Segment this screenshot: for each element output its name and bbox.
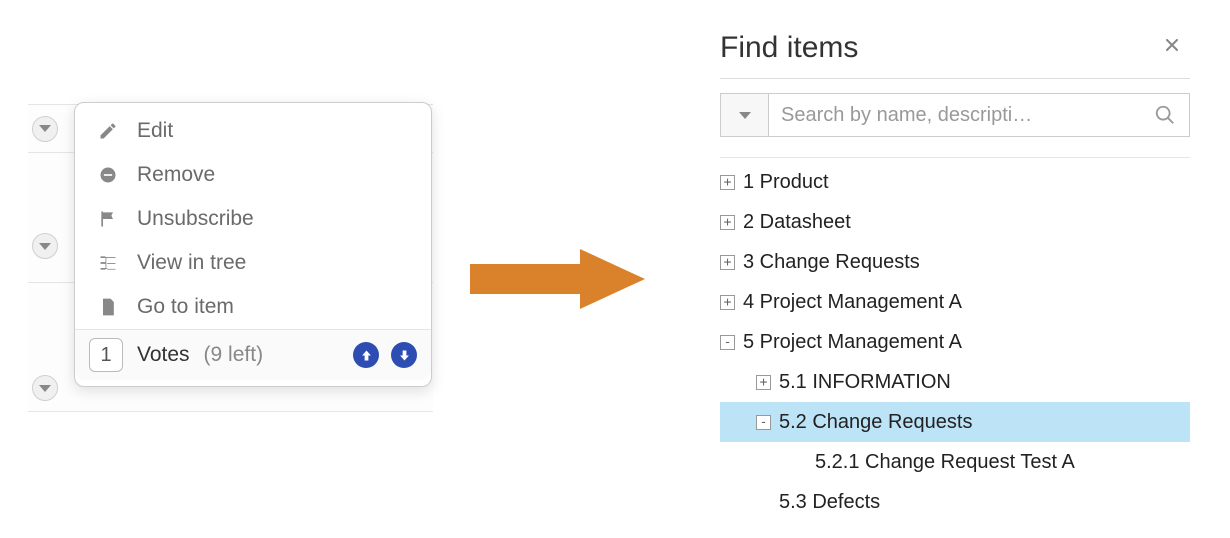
- minus-circle-icon: [97, 164, 119, 186]
- tree-node-selected[interactable]: - 5.2 Change Requests: [720, 402, 1190, 442]
- menu-remove[interactable]: Remove: [75, 153, 431, 197]
- node-label: 3 Change Requests: [743, 242, 920, 282]
- tree-node[interactable]: 5.3 Defects: [720, 482, 1190, 522]
- tree-node[interactable]: + 5.1 INFORMATION: [720, 362, 1190, 402]
- node-label: 4 Project Management A: [743, 282, 962, 322]
- pencil-icon: [97, 120, 119, 142]
- tree-node[interactable]: + 2 Datasheet: [720, 202, 1190, 242]
- chevron-down-icon: [39, 385, 51, 392]
- collapse-icon[interactable]: -: [720, 335, 735, 350]
- node-label: 5.2 Change Requests: [779, 402, 972, 442]
- node-label: 2 Datasheet: [743, 202, 851, 242]
- tree-node[interactable]: + 3 Change Requests: [720, 242, 1190, 282]
- node-label: 5.2.1 Change Request Test A: [815, 442, 1075, 482]
- tree-node[interactable]: + 4 Project Management A: [720, 282, 1190, 322]
- tree-node[interactable]: + 1 Product: [720, 162, 1190, 202]
- node-label: 5.1 INFORMATION: [779, 362, 951, 402]
- node-label: 5.3 Defects: [779, 482, 880, 522]
- tree-node[interactable]: - 5 Project Management A: [720, 322, 1190, 362]
- expand-icon[interactable]: +: [720, 255, 735, 270]
- vote-count: 1: [89, 338, 123, 372]
- votes-row: 1 Votes (9 left): [75, 329, 431, 380]
- node-label: 1 Product: [743, 162, 829, 202]
- votes-left: (9 left): [204, 343, 264, 367]
- expand-icon[interactable]: +: [720, 175, 735, 190]
- context-menu: Edit Remove Unsubscribe View in tree Go …: [74, 102, 432, 387]
- leaf-spacer: [792, 455, 807, 470]
- search-bar: [720, 93, 1190, 137]
- close-button[interactable]: [1154, 30, 1190, 66]
- menu-label: Go to item: [137, 295, 234, 319]
- arrow-right-icon: [470, 244, 650, 314]
- menu-label: Unsubscribe: [137, 207, 254, 231]
- document-icon: [97, 296, 119, 318]
- vote-up-button[interactable]: [353, 342, 379, 368]
- row-expand-button[interactable]: [32, 375, 58, 401]
- find-items-panel: Find items + 1 Product + 2 Datasheet + 3…: [720, 30, 1190, 522]
- caret-down-icon: [739, 112, 751, 119]
- votes-label: Votes: [137, 343, 190, 367]
- row-expand-button[interactable]: [32, 233, 58, 259]
- search-filter-dropdown[interactable]: [721, 94, 769, 136]
- expand-icon[interactable]: +: [756, 375, 771, 390]
- chevron-down-icon: [39, 125, 51, 132]
- menu-go-to-item[interactable]: Go to item: [75, 285, 431, 329]
- menu-unsubscribe[interactable]: Unsubscribe: [75, 197, 431, 241]
- node-label: 5 Project Management A: [743, 322, 962, 362]
- expand-icon[interactable]: +: [720, 295, 735, 310]
- vote-down-button[interactable]: [391, 342, 417, 368]
- tree-node[interactable]: 5.2.1 Change Request Test A: [720, 442, 1190, 482]
- chevron-down-icon: [39, 243, 51, 250]
- menu-label: Edit: [137, 119, 173, 143]
- leaf-spacer: [756, 495, 771, 510]
- flag-icon: [97, 208, 119, 230]
- row-expand-button[interactable]: [32, 116, 58, 142]
- item-tree: + 1 Product + 2 Datasheet + 3 Change Req…: [720, 157, 1190, 522]
- collapse-icon[interactable]: -: [756, 415, 771, 430]
- menu-label: View in tree: [137, 251, 246, 275]
- panel-title: Find items: [720, 31, 858, 65]
- tree-icon: [97, 252, 119, 274]
- menu-label: Remove: [137, 163, 215, 187]
- search-input[interactable]: [769, 94, 1141, 136]
- search-button[interactable]: [1141, 94, 1189, 136]
- menu-view-in-tree[interactable]: View in tree: [75, 241, 431, 285]
- expand-icon[interactable]: +: [720, 215, 735, 230]
- menu-edit[interactable]: Edit: [75, 109, 431, 153]
